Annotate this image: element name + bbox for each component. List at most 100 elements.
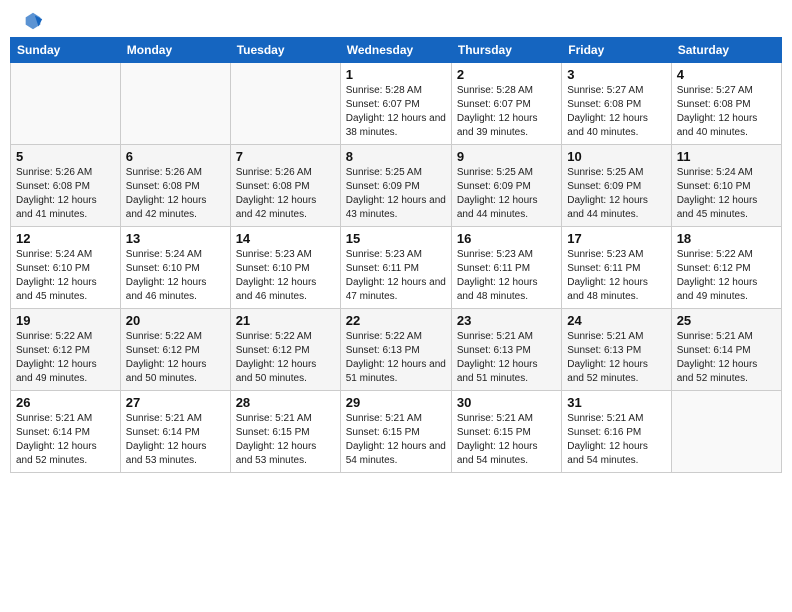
day-number: 31	[567, 395, 665, 410]
calendar-header-row: SundayMondayTuesdayWednesdayThursdayFrid…	[11, 38, 782, 63]
day-number: 18	[677, 231, 776, 246]
calendar-cell: 30Sunrise: 5:21 AMSunset: 6:15 PMDayligh…	[451, 391, 561, 473]
calendar-week-row: 26 Sunrise: 5:21 AMSunset: 6:14 PMDayligh…	[11, 391, 782, 473]
calendar-cell	[11, 63, 121, 145]
day-number: 9	[457, 149, 556, 164]
day-number: 23	[457, 313, 556, 328]
calendar-cell: 8Sunrise: 5:25 AMSunset: 6:09 PMDaylight…	[340, 145, 451, 227]
calendar-cell: 4 Sunrise: 5:27 AMSunset: 6:08 PMDaylight…	[671, 63, 781, 145]
day-number: 22	[346, 313, 446, 328]
calendar-cell: 20 Sunrise: 5:22 AMSunset: 6:12 PMDayligh…	[120, 309, 230, 391]
calendar-cell: 9 Sunrise: 5:25 AMSunset: 6:09 PMDaylight…	[451, 145, 561, 227]
calendar-cell: 10Sunrise: 5:25 AMSunset: 6:09 PMDayligh…	[562, 145, 671, 227]
day-info: Sunrise: 5:27 AMSunset: 6:08 PMDaylight:…	[677, 84, 776, 140]
calendar-cell: 18 Sunrise: 5:22 AMSunset: 6:12 PMDayligh…	[671, 227, 781, 309]
calendar-week-row: 19 Sunrise: 5:22 AMSunset: 6:12 PMDayligh…	[11, 309, 782, 391]
calendar-cell: 22 Sunrise: 5:22 AMSunset: 6:13 PMDayligh…	[340, 309, 451, 391]
calendar-cell: 1Sunrise: 5:28 AMSunset: 6:07 PMDaylight…	[340, 63, 451, 145]
calendar-cell: 12 Sunrise: 5:24 AMSunset: 6:10 PMDayligh…	[11, 227, 121, 309]
day-info: Sunrise: 5:21 AMSunset: 6:16 PMDaylight:…	[567, 412, 665, 468]
day-number: 27	[126, 395, 225, 410]
day-info: Sunrise: 5:22 AMSunset: 6:13 PMDaylight:…	[346, 330, 446, 386]
day-info: Sunrise: 5:22 AMSunset: 6:12 PMDaylight:…	[126, 330, 225, 386]
calendar-cell	[230, 63, 340, 145]
day-info: Sunrise: 5:25 AMSunset: 6:09 PMDaylight:…	[457, 166, 556, 222]
calendar-cell: 25Sunrise: 5:21 AMSunset: 6:14 PMDayligh…	[671, 309, 781, 391]
day-info: Sunrise: 5:26 AMSunset: 6:08 PMDaylight:…	[236, 166, 335, 222]
day-number: 10	[567, 149, 665, 164]
day-info: Sunrise: 5:21 AMSunset: 6:14 PMDaylight:…	[126, 412, 225, 468]
day-number: 6	[126, 149, 225, 164]
day-info: Sunrise: 5:21 AMSunset: 6:13 PMDaylight:…	[457, 330, 556, 386]
day-number: 7	[236, 149, 335, 164]
day-info: Sunrise: 5:23 AMSunset: 6:10 PMDaylight:…	[236, 248, 335, 304]
calendar-cell: 16 Sunrise: 5:23 AMSunset: 6:11 PMDayligh…	[451, 227, 561, 309]
day-info: Sunrise: 5:22 AMSunset: 6:12 PMDaylight:…	[677, 248, 776, 304]
calendar-cell: 31 Sunrise: 5:21 AMSunset: 6:16 PMDayligh…	[562, 391, 671, 473]
calendar-cell: 24Sunrise: 5:21 AMSunset: 6:13 PMDayligh…	[562, 309, 671, 391]
calendar-cell: 13Sunrise: 5:24 AMSunset: 6:10 PMDayligh…	[120, 227, 230, 309]
day-number: 4	[677, 67, 776, 82]
logo-icon	[22, 10, 44, 32]
day-number: 19	[16, 313, 115, 328]
calendar-cell: 3 Sunrise: 5:27 AMSunset: 6:08 PMDaylight…	[562, 63, 671, 145]
day-number: 17	[567, 231, 665, 246]
day-number: 30	[457, 395, 556, 410]
calendar-cell	[120, 63, 230, 145]
day-number: 5	[16, 149, 115, 164]
calendar-week-row: 5 Sunrise: 5:26 AMSunset: 6:08 PMDaylight…	[11, 145, 782, 227]
day-number: 21	[236, 313, 335, 328]
day-info: Sunrise: 5:21 AMSunset: 6:15 PMDaylight:…	[346, 412, 446, 468]
day-info: Sunrise: 5:26 AMSunset: 6:08 PMDaylight:…	[16, 166, 115, 222]
day-info: Sunrise: 5:27 AMSunset: 6:08 PMDaylight:…	[567, 84, 665, 140]
calendar-cell: 19 Sunrise: 5:22 AMSunset: 6:12 PMDayligh…	[11, 309, 121, 391]
day-info: Sunrise: 5:28 AMSunset: 6:07 PMDaylight:…	[346, 84, 446, 140]
logo	[20, 10, 44, 32]
day-info: Sunrise: 5:21 AMSunset: 6:14 PMDaylight:…	[16, 412, 115, 468]
calendar-week-row: 1Sunrise: 5:28 AMSunset: 6:07 PMDaylight…	[11, 63, 782, 145]
day-number: 29	[346, 395, 446, 410]
calendar-cell: 29 Sunrise: 5:21 AMSunset: 6:15 PMDayligh…	[340, 391, 451, 473]
day-info: Sunrise: 5:23 AMSunset: 6:11 PMDaylight:…	[457, 248, 556, 304]
day-number: 3	[567, 67, 665, 82]
calendar-cell	[671, 391, 781, 473]
day-info: Sunrise: 5:22 AMSunset: 6:12 PMDaylight:…	[236, 330, 335, 386]
day-number: 15	[346, 231, 446, 246]
day-number: 8	[346, 149, 446, 164]
day-header-friday: Friday	[562, 38, 671, 63]
day-number: 26	[16, 395, 115, 410]
day-info: Sunrise: 5:21 AMSunset: 6:15 PMDaylight:…	[236, 412, 335, 468]
calendar-week-row: 12 Sunrise: 5:24 AMSunset: 6:10 PMDayligh…	[11, 227, 782, 309]
day-number: 14	[236, 231, 335, 246]
calendar-cell: 6Sunrise: 5:26 AMSunset: 6:08 PMDaylight…	[120, 145, 230, 227]
day-info: Sunrise: 5:21 AMSunset: 6:14 PMDaylight:…	[677, 330, 776, 386]
calendar-cell: 15 Sunrise: 5:23 AMSunset: 6:11 PMDayligh…	[340, 227, 451, 309]
calendar-cell: 5 Sunrise: 5:26 AMSunset: 6:08 PMDaylight…	[11, 145, 121, 227]
calendar-cell: 17 Sunrise: 5:23 AMSunset: 6:11 PMDayligh…	[562, 227, 671, 309]
calendar-cell: 14 Sunrise: 5:23 AMSunset: 6:10 PMDayligh…	[230, 227, 340, 309]
day-number: 12	[16, 231, 115, 246]
calendar-cell: 28 Sunrise: 5:21 AMSunset: 6:15 PMDayligh…	[230, 391, 340, 473]
day-number: 20	[126, 313, 225, 328]
day-number: 11	[677, 149, 776, 164]
day-number: 24	[567, 313, 665, 328]
calendar-table: SundayMondayTuesdayWednesdayThursdayFrid…	[10, 37, 782, 473]
day-info: Sunrise: 5:23 AMSunset: 6:11 PMDaylight:…	[346, 248, 446, 304]
day-info: Sunrise: 5:24 AMSunset: 6:10 PMDaylight:…	[16, 248, 115, 304]
header	[0, 0, 792, 37]
calendar-wrapper: SundayMondayTuesdayWednesdayThursdayFrid…	[0, 37, 792, 483]
calendar-cell: 7 Sunrise: 5:26 AMSunset: 6:08 PMDaylight…	[230, 145, 340, 227]
day-info: Sunrise: 5:24 AMSunset: 6:10 PMDaylight:…	[677, 166, 776, 222]
calendar-cell: 21 Sunrise: 5:22 AMSunset: 6:12 PMDayligh…	[230, 309, 340, 391]
calendar-cell: 11 Sunrise: 5:24 AMSunset: 6:10 PMDayligh…	[671, 145, 781, 227]
day-info: Sunrise: 5:22 AMSunset: 6:12 PMDaylight:…	[16, 330, 115, 386]
calendar-cell: 23 Sunrise: 5:21 AMSunset: 6:13 PMDayligh…	[451, 309, 561, 391]
day-number: 13	[126, 231, 225, 246]
day-header-saturday: Saturday	[671, 38, 781, 63]
calendar-cell: 2Sunrise: 5:28 AMSunset: 6:07 PMDaylight…	[451, 63, 561, 145]
day-header-wednesday: Wednesday	[340, 38, 451, 63]
day-number: 28	[236, 395, 335, 410]
day-header-monday: Monday	[120, 38, 230, 63]
day-number: 16	[457, 231, 556, 246]
day-info: Sunrise: 5:23 AMSunset: 6:11 PMDaylight:…	[567, 248, 665, 304]
